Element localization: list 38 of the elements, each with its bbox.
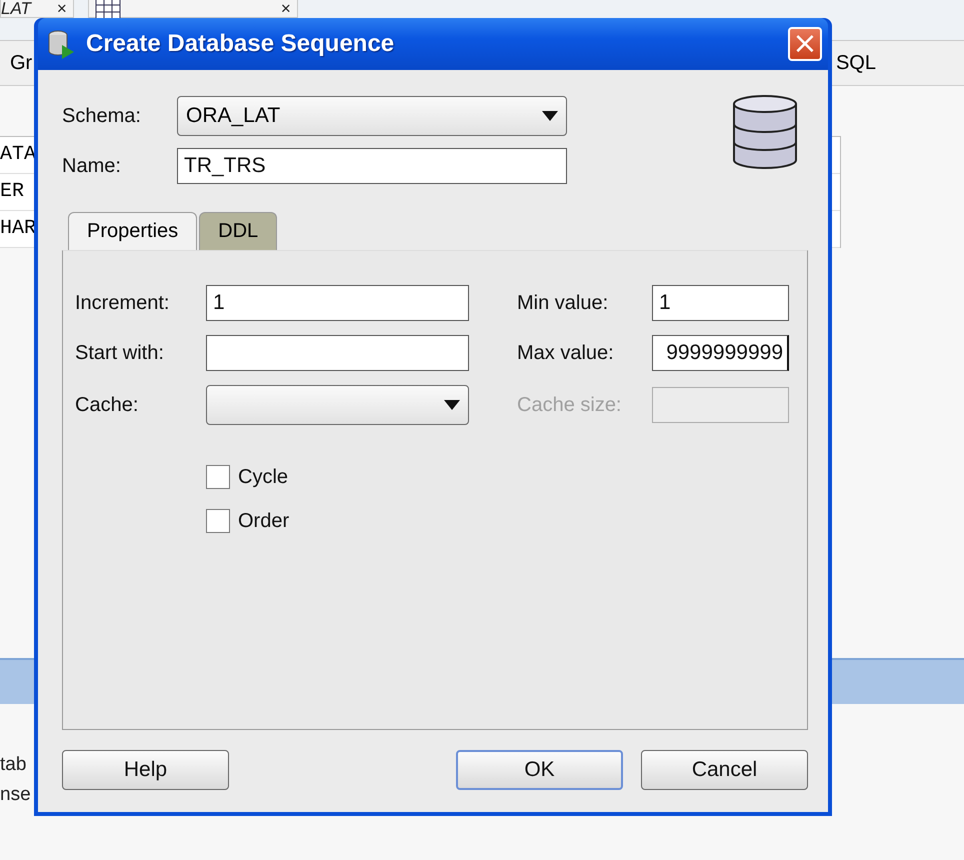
dialog-button[interactable]: OK — [456, 750, 623, 790]
tab-label: LAT — [1, 0, 31, 16]
close-icon[interactable]: × — [280, 0, 291, 16]
schema-dropdown[interactable]: ORA_LAT — [177, 96, 567, 136]
input-field[interactable]: 9999999999 — [652, 335, 789, 371]
field-label: Min value: — [517, 292, 610, 314]
tab[interactable]: Properties — [68, 212, 198, 250]
field-label: Name: — [62, 154, 122, 178]
editor-tab[interactable]: × — [88, 0, 298, 18]
window-title: Create Database Sequence — [86, 30, 396, 58]
field-label: Start with: — [75, 342, 165, 364]
dropdown-arrow-icon — [542, 111, 558, 121]
checkbox[interactable]: Cycle — [206, 465, 791, 489]
input-field[interactable]: 1 — [206, 285, 469, 321]
name-field[interactable]: TR_TRS — [177, 148, 567, 184]
database-icon — [46, 29, 76, 59]
field-label: Cache: — [75, 394, 140, 416]
input-field[interactable]: 1 — [652, 285, 789, 321]
database-icon — [732, 94, 798, 170]
field-label: Schema: — [62, 104, 142, 128]
cache-dropdown[interactable] — [206, 385, 469, 425]
toolbar-label[interactable]: Gr — [10, 52, 32, 74]
field-label: Cache size: — [517, 394, 622, 416]
dropdown-arrow-icon — [444, 400, 460, 410]
field-label: Increment: — [75, 292, 170, 314]
tab[interactable]: DDL — [199, 212, 278, 250]
input-field[interactable] — [206, 335, 469, 371]
checkbox[interactable]: Order — [206, 509, 791, 533]
close-button[interactable]: × — [788, 27, 822, 61]
dialog-button[interactable]: Cancel — [641, 750, 808, 790]
toolbar-label[interactable]: SQL — [836, 52, 876, 74]
text-line: tab — [0, 754, 26, 777]
editor-tab[interactable]: LAT × — [0, 0, 74, 18]
table-icon — [94, 0, 121, 20]
field-label: Max value: — [517, 342, 615, 364]
close-icon[interactable]: × — [56, 0, 67, 16]
text-line: nse — [0, 784, 31, 807]
dialog-button[interactable]: Help — [62, 750, 229, 790]
